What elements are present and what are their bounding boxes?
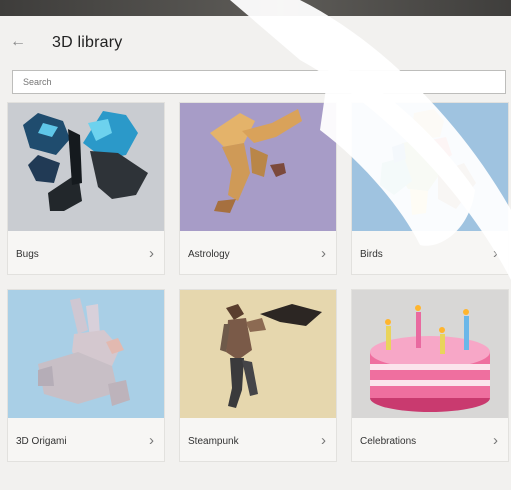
chevron-right-icon: › xyxy=(493,432,498,449)
category-tile-celebrations[interactable]: Celebrations › xyxy=(352,290,508,461)
search-input[interactable] xyxy=(12,70,506,94)
birds-thumbnail xyxy=(352,103,508,231)
steampunk-thumbnail xyxy=(180,290,336,418)
chevron-right-icon: › xyxy=(321,245,326,262)
category-label: Astrology xyxy=(188,249,230,260)
category-label: 3D Origami xyxy=(16,436,67,447)
chevron-right-icon: › xyxy=(321,432,326,449)
chevron-right-icon: › xyxy=(493,245,498,262)
category-tile-bugs[interactable]: Bugs › xyxy=(8,103,164,274)
celebrations-thumbnail xyxy=(352,290,508,418)
category-tile-birds[interactable]: Birds › xyxy=(352,103,508,274)
origami-thumbnail xyxy=(8,290,164,418)
category-label: Celebrations xyxy=(360,436,417,447)
category-tile-steampunk[interactable]: Steampunk › xyxy=(180,290,336,461)
back-arrow-icon[interactable]: ← xyxy=(10,34,26,50)
chevron-right-icon: › xyxy=(149,432,154,449)
page-title: 3D library xyxy=(52,34,123,51)
category-tile-3d-origami[interactable]: 3D Origami › xyxy=(8,290,164,461)
chevron-right-icon: › xyxy=(149,245,154,262)
window-title-bar xyxy=(0,0,511,16)
astrology-thumbnail xyxy=(180,103,336,231)
category-tile-astrology[interactable]: Astrology › xyxy=(180,103,336,274)
category-label: Steampunk xyxy=(188,436,239,447)
bugs-thumbnail xyxy=(8,103,164,231)
header: ← 3D library xyxy=(0,16,511,68)
category-label: Birds xyxy=(360,249,383,260)
category-label: Bugs xyxy=(16,249,39,260)
